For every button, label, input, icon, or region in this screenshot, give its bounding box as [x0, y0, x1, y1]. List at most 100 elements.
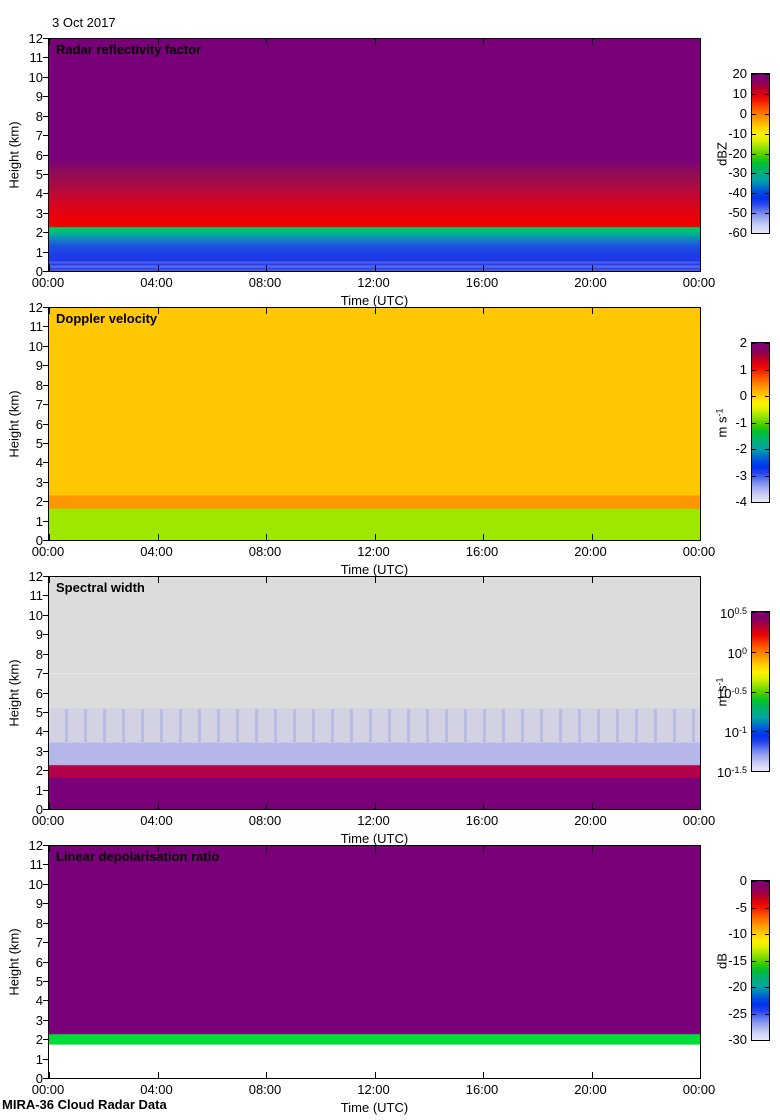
y-tick	[43, 770, 48, 771]
y-tick	[43, 57, 48, 58]
y-tick	[43, 38, 48, 39]
x-tick	[592, 1072, 593, 1078]
x-tick-label: 16:00	[452, 1082, 512, 1097]
figure: 3 Oct 2017 Radar reflectivity factor1211…	[0, 0, 780, 1120]
colorbar-tick	[765, 1040, 769, 1041]
x-tick-label: 00:00	[669, 1082, 729, 1097]
x-tick	[158, 308, 159, 314]
x-axis-label: Time (UTC)	[48, 831, 701, 846]
colorbar-tick-label: 10-1.5	[695, 763, 747, 780]
colorbar-tick	[765, 233, 769, 234]
x-tick	[49, 39, 50, 45]
colorbar-tick-base: -1	[735, 415, 747, 430]
x-tick	[266, 265, 267, 271]
colorbar-tick	[752, 961, 756, 962]
colorbar-tick	[765, 961, 769, 962]
x-tick	[483, 577, 484, 583]
x-tick	[592, 803, 593, 809]
x-tick	[483, 1072, 484, 1078]
colorbar-tick	[752, 1040, 756, 1041]
colorbar-tick	[765, 502, 769, 503]
panel: Spectral width121110987654321000:0004:00…	[0, 576, 780, 845]
x-tick-label: 00:00	[669, 275, 729, 290]
colorbar-tick-base: -2	[735, 441, 747, 456]
y-tick-label: 10	[13, 877, 43, 892]
y-tick-label: 10	[13, 608, 43, 623]
y-tick	[43, 424, 48, 425]
y-tick	[43, 903, 48, 904]
y-tick	[43, 1020, 48, 1021]
colorbar-tick	[752, 213, 756, 214]
y-tick	[43, 576, 48, 577]
colorbar-tick	[765, 881, 769, 882]
x-tick	[700, 39, 701, 45]
y-tick	[43, 595, 48, 596]
y-tick	[43, 135, 48, 136]
x-tick-label: 20:00	[561, 1082, 621, 1097]
plot-area: Radar reflectivity factor	[48, 38, 701, 272]
colorbar-tick-label: 100.5	[695, 604, 747, 621]
y-tick-label: 2	[13, 763, 43, 778]
y-tick	[43, 845, 48, 846]
colorbar-tick	[765, 193, 769, 194]
x-tick-label: 12:00	[344, 813, 404, 828]
y-tick	[43, 482, 48, 483]
colorbar-tick-exponent: -1	[739, 725, 747, 735]
y-tick	[43, 540, 48, 541]
x-tick-label: 12:00	[344, 544, 404, 559]
colorbar-tick	[752, 233, 756, 234]
colorbar-unit-label: m s-1	[715, 408, 730, 437]
x-tick	[700, 846, 701, 852]
footer-title: MIRA-36 Cloud Radar Data	[2, 1097, 167, 1112]
colorbar-tick-label: -40	[695, 185, 747, 200]
y-tick	[43, 193, 48, 194]
y-tick	[43, 174, 48, 175]
x-tick	[592, 577, 593, 583]
x-tick	[266, 846, 267, 852]
y-tick	[43, 307, 48, 308]
colorbar-tick	[752, 193, 756, 194]
x-tick	[266, 39, 267, 45]
colorbar-tick	[765, 771, 769, 772]
colorbar-tick	[752, 94, 756, 95]
colorbar-tick	[752, 731, 756, 732]
colorbar-tick	[765, 908, 769, 909]
x-tick	[49, 803, 50, 809]
colorbar-tick-label: 100	[695, 644, 747, 661]
colorbar-tick-base: 2	[740, 335, 747, 350]
colorbar-tick	[765, 476, 769, 477]
y-tick	[43, 615, 48, 616]
x-tick	[266, 803, 267, 809]
y-tick	[43, 252, 48, 253]
colorbar-tick-base: 0	[740, 873, 747, 888]
x-tick	[49, 1072, 50, 1078]
y-tick	[43, 96, 48, 97]
y-tick	[43, 462, 48, 463]
colorbar-tick	[765, 612, 769, 613]
x-tick	[158, 803, 159, 809]
x-tick-label: 20:00	[561, 275, 621, 290]
colorbar-tick-base: -4	[735, 494, 747, 509]
x-tick	[49, 308, 50, 314]
x-tick-label: 00:00	[18, 1082, 78, 1097]
colorbar-tick	[752, 692, 756, 693]
x-tick	[158, 39, 159, 45]
x-tick	[49, 577, 50, 583]
x-tick-label: 20:00	[561, 544, 621, 559]
x-tick	[158, 577, 159, 583]
y-tick-label: 9	[13, 627, 43, 642]
plot-area: Linear depolarisation ratio	[48, 845, 701, 1079]
colorbar-tick-exponent: -1.5	[731, 765, 747, 775]
y-tick	[43, 501, 48, 502]
panel-title: Spectral width	[56, 580, 145, 595]
colorbar-tick-label: -10	[695, 126, 747, 141]
y-tick	[43, 693, 48, 694]
y-tick-label: 9	[13, 89, 43, 104]
colorbar-tick	[752, 612, 756, 613]
colorbar-tick	[765, 173, 769, 174]
colorbar-tick	[752, 449, 756, 450]
colorbar-tick-base: -60	[728, 225, 747, 240]
x-tick-label: 08:00	[235, 1082, 295, 1097]
colorbar-tick	[752, 987, 756, 988]
colorbar-tick-exponent: 0	[742, 646, 747, 656]
